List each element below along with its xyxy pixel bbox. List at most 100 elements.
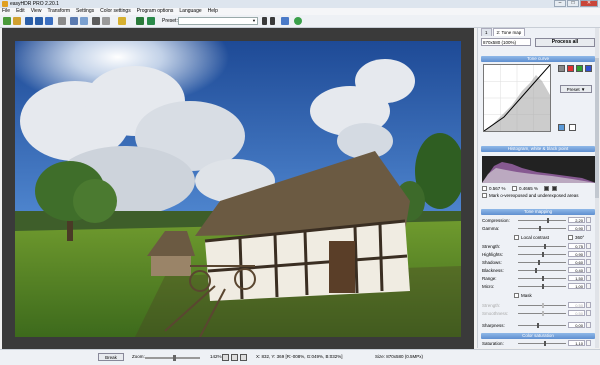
auto-levels-icon[interactable]	[544, 186, 549, 191]
slider-row-compression[interactable]: Compression: 2,20	[482, 217, 596, 224]
menu-program-options[interactable]: Program options	[137, 8, 174, 15]
menu-edit[interactable]: Edit	[16, 8, 25, 15]
slider-value[interactable]: 0,75	[568, 243, 585, 249]
process-all-button[interactable]: Process all	[535, 38, 595, 47]
crop-icon[interactable]	[70, 17, 78, 25]
slider-knob[interactable]	[547, 218, 549, 223]
black-point-eyedropper[interactable]	[482, 186, 487, 191]
menu-help[interactable]: Help	[208, 8, 218, 15]
slider-value[interactable]: 1,00	[568, 283, 585, 289]
slider-value[interactable]: 2,20	[568, 217, 585, 223]
undo-icon[interactable]	[58, 17, 66, 25]
spin-button[interactable]	[586, 217, 591, 223]
spin-button[interactable]	[586, 251, 591, 257]
zoom-100-icon[interactable]	[231, 354, 238, 361]
curve-smooth-icon[interactable]	[558, 124, 565, 131]
scrollbar-thumb[interactable]	[595, 58, 599, 198]
slider-row-micro[interactable]: Micro: 1,00	[482, 283, 596, 290]
slider-row-highlights[interactable]: Highlights: 0,90	[482, 251, 596, 258]
slider-track[interactable]	[518, 276, 566, 281]
preset-export-icon[interactable]	[147, 17, 155, 25]
slider-value[interactable]: 0,00	[568, 322, 585, 328]
preset-save-icon[interactable]	[136, 17, 144, 25]
slider-row-saturation[interactable]: Saturation: 1,10	[482, 340, 596, 347]
compare-icon[interactable]	[102, 17, 110, 25]
save-icon[interactable]	[25, 17, 33, 25]
white-point-eyedropper[interactable]	[512, 186, 517, 191]
slider-knob[interactable]	[542, 252, 544, 257]
resize-icon[interactable]	[80, 17, 88, 25]
slider-knob[interactable]	[538, 260, 540, 265]
image-canvas[interactable]	[2, 28, 474, 349]
slider-track[interactable]	[518, 260, 566, 265]
slider-row-sharpness[interactable]: Sharpness: 0,00	[482, 322, 596, 329]
slider-value[interactable]: 0,40	[568, 267, 585, 273]
slider-track[interactable]	[518, 226, 566, 231]
menu-file[interactable]: File	[2, 8, 10, 15]
add-preset-icon[interactable]	[262, 17, 267, 25]
new-icon[interactable]	[3, 17, 11, 25]
slider-row-range[interactable]: Range: 1,50	[482, 275, 596, 282]
slider-track[interactable]	[518, 268, 566, 273]
preset-folder-icon[interactable]	[118, 17, 126, 25]
mask-checkbox[interactable]	[514, 293, 519, 298]
open-folder-icon[interactable]	[13, 17, 21, 25]
spin-button[interactable]	[586, 283, 591, 289]
preset-select[interactable]: ▼	[178, 17, 258, 25]
deg360-checkbox[interactable]	[568, 235, 573, 240]
slider-track[interactable]	[518, 244, 566, 249]
slider-track[interactable]	[518, 323, 566, 328]
size-select[interactable]: 870x580 (100%)	[481, 38, 531, 46]
spin-button[interactable]	[586, 275, 591, 281]
panel-scrollbar[interactable]	[595, 28, 599, 348]
zoom-fit-icon[interactable]	[222, 354, 229, 361]
curve-rgb-chip[interactable]	[558, 65, 565, 72]
slider-row-strength[interactable]: Strength: 0,75	[482, 243, 596, 250]
batch-icon[interactable]	[281, 17, 289, 25]
slider-knob[interactable]	[544, 341, 546, 346]
histogram-header[interactable]: Histogram, white & black point	[481, 146, 595, 152]
tone-curve-graph[interactable]	[483, 64, 551, 132]
minimize-button[interactable]: –	[554, 0, 566, 7]
save-as-icon[interactable]	[35, 17, 43, 25]
slider-row-shadows[interactable]: Shadows: 0,60	[482, 259, 596, 266]
menu-view[interactable]: View	[31, 8, 42, 15]
menu-transform[interactable]: Transform	[47, 8, 70, 15]
tab-1[interactable]: 1	[481, 28, 492, 36]
curve-green-chip[interactable]	[576, 65, 583, 72]
slider-knob[interactable]	[535, 268, 537, 273]
slider-row-blackness[interactable]: Blackness: 0,40	[482, 267, 596, 274]
slider-knob[interactable]	[542, 284, 544, 289]
export-icon[interactable]	[45, 17, 53, 25]
mark-overexposed-checkbox[interactable]	[482, 193, 487, 198]
slider-track[interactable]	[518, 252, 566, 257]
go-icon[interactable]	[294, 17, 302, 25]
spin-button[interactable]	[586, 259, 591, 265]
slider-knob[interactable]	[539, 226, 541, 231]
spin-button[interactable]	[586, 322, 591, 328]
tone-curve-header[interactable]: Tone curve	[481, 56, 595, 62]
break-button[interactable]: Break	[98, 353, 124, 361]
close-button[interactable]: ✕	[580, 0, 598, 7]
spin-button[interactable]	[586, 225, 591, 231]
slider-track[interactable]	[518, 218, 566, 223]
slider-track[interactable]	[518, 341, 566, 346]
curve-red-chip[interactable]	[567, 65, 574, 72]
slider-track[interactable]	[518, 284, 566, 289]
tone-mapping-header[interactable]: Tone mapping	[481, 209, 595, 215]
slider-knob[interactable]	[544, 244, 546, 249]
slider-value[interactable]: 1,50	[568, 275, 585, 281]
preset-button[interactable]: Preset ▼	[560, 85, 592, 93]
tab-tone-map[interactable]: 2: Tone map	[492, 28, 526, 36]
zoom-full-icon[interactable]	[240, 354, 247, 361]
maximize-button[interactable]: □	[567, 0, 579, 7]
local-contrast-checkbox[interactable]	[514, 235, 519, 240]
slider-value[interactable]: 0,90	[568, 251, 585, 257]
menu-color-settings[interactable]: Color settings	[100, 8, 131, 15]
slider-value[interactable]: 0,90	[568, 225, 585, 231]
slider-knob[interactable]	[542, 276, 544, 281]
reset-levels-icon[interactable]	[552, 186, 557, 191]
spin-button[interactable]	[586, 340, 591, 346]
spin-button[interactable]	[586, 267, 591, 273]
color-saturation-header[interactable]: Color saturation	[481, 333, 595, 339]
